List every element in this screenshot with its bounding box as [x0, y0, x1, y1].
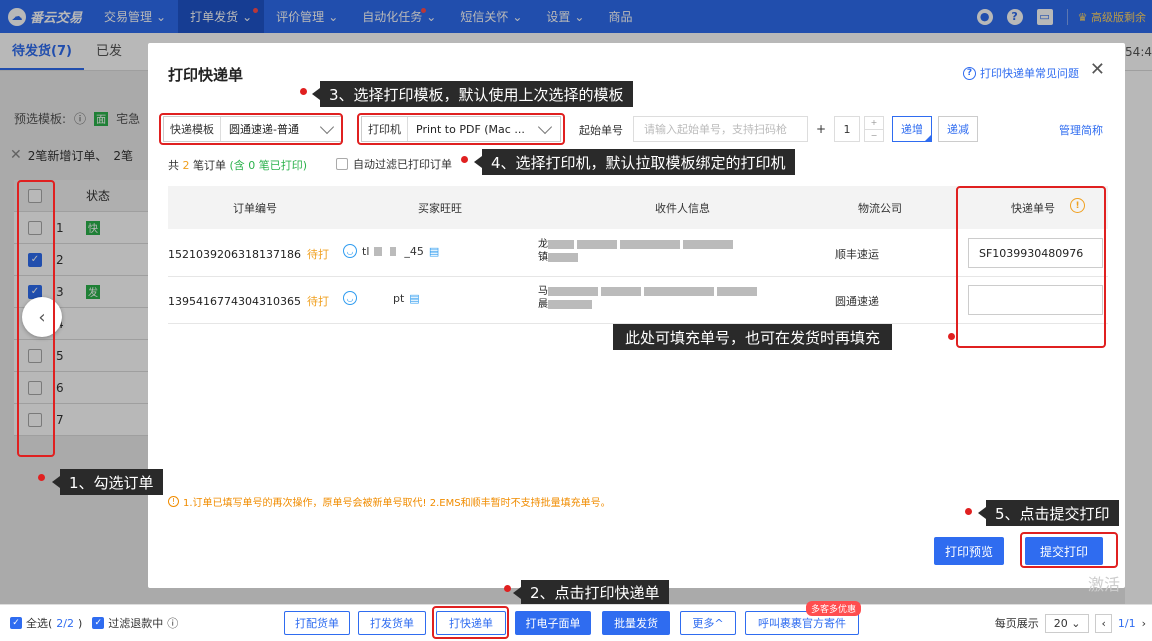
checkbox-checked-icon: ✓: [92, 617, 105, 629]
logistics-company: 顺丰速运: [835, 248, 879, 261]
manage-abbr-link[interactable]: 管理简称: [1059, 122, 1103, 138]
col-order-no: 订单编号: [233, 202, 277, 215]
annotation-box-printer: [357, 113, 565, 145]
order-number: 1395416774304310365 待打: [168, 295, 329, 308]
status-badge: 待打: [306, 248, 329, 261]
order-number: 1521039206318137186 待打: [168, 248, 329, 261]
annotation-dot: [461, 156, 468, 163]
recipient-info: 龙 镇: [538, 238, 828, 264]
checkbox-icon: [336, 158, 348, 170]
annotation-dot: [504, 585, 511, 592]
wangwang-icon[interactable]: ◡: [343, 244, 357, 258]
promo-badge: 多客多优惠: [806, 601, 862, 616]
warning-note: ! 1.订单已填写单号的再次操作，原单号会被新单号取代! 2.EMS和顺丰暂时不…: [168, 494, 611, 509]
annotation-box-template: [159, 113, 343, 145]
close-icon[interactable]: ✕: [1090, 59, 1105, 80]
annotation-step4: 4、选择打印机，默认拉取模板绑定的打印机: [474, 149, 795, 175]
more-button[interactable]: 更多^: [680, 611, 736, 635]
buyer-cell: ◡ tl _45 ▤: [343, 244, 439, 258]
quantity-stepper[interactable]: + −: [864, 116, 884, 142]
annotation-dot: [965, 508, 972, 515]
annotation-dot: [38, 474, 45, 481]
start-number-input[interactable]: 请输入起始单号，支持扫码枪: [633, 116, 808, 142]
next-page-button[interactable]: ›: [1142, 617, 1146, 630]
recipient-info: 马 晨: [538, 285, 828, 311]
status-badge: 待打: [306, 295, 329, 308]
checkbox-checked-icon: ✓: [10, 617, 22, 629]
question-icon: ?: [963, 66, 976, 80]
stepper-down-icon[interactable]: −: [865, 130, 883, 142]
step-quantity-input[interactable]: 1: [834, 116, 860, 142]
pager-text: 1/1: [1117, 616, 1136, 630]
info-icon: ⓘ: [167, 617, 179, 630]
annotation-box-print-express: [432, 606, 509, 639]
annotation-box-checkboxes: [17, 180, 55, 457]
annotation-step5: 5、点击提交打印: [978, 500, 1119, 526]
annotation-step2: 2、点击打印快递单: [513, 580, 669, 604]
print-preview-button[interactable]: 打印预览: [934, 537, 1004, 565]
batch-ship-button[interactable]: 批量发货: [602, 611, 670, 635]
filter-refund-toggle[interactable]: ✓ 过滤退款中 ⓘ: [92, 615, 178, 631]
print-picking-button[interactable]: 打配货单: [284, 611, 350, 635]
watermark-text: 激活: [1088, 575, 1121, 594]
print-eface-button[interactable]: 打电子面单: [515, 611, 591, 635]
copy-icon[interactable]: ▤: [429, 245, 439, 258]
annotation-step1: 1、勾选订单: [52, 469, 163, 495]
copy-icon[interactable]: ▤: [409, 292, 419, 305]
start-number-label: 起始单号: [579, 124, 623, 137]
select-all-toggle[interactable]: ✓ 全选(2/2): [10, 615, 82, 631]
auto-filter-checkbox[interactable]: 自动过滤已打印订单: [336, 156, 452, 172]
increment-button[interactable]: 递增: [892, 116, 932, 142]
col-recipient: 收件人信息: [655, 202, 710, 215]
plus-sign: +: [816, 122, 827, 136]
modal-title: 打印快递单: [168, 66, 244, 84]
help-link[interactable]: ? 打印快递单常见问题: [963, 65, 1079, 81]
stepper-up-icon[interactable]: +: [865, 117, 883, 130]
warning-icon: !: [168, 496, 179, 507]
annotation-box-tracking: [956, 186, 1106, 348]
print-ship-list-button[interactable]: 打发货单: [358, 611, 426, 635]
annotation-step3: 3、选择打印模板，默认使用上次选择的模板: [312, 81, 633, 107]
selected-corner-icon: [925, 135, 931, 141]
buyer-cell: ◡ pt ▤: [343, 291, 420, 305]
annotation-note: 此处可填充单号，也可在发货时再填充: [613, 324, 893, 350]
order-count: 共 2 笔订单 (含 0 笔已打印): [168, 159, 308, 172]
col-logistics: 物流公司: [858, 202, 902, 215]
annotation-dot: [300, 88, 307, 95]
col-buyer: 买家旺旺: [418, 202, 462, 215]
page-size-label: 每页展示: [994, 617, 1039, 630]
wangwang-icon[interactable]: ◡: [343, 291, 357, 305]
decrement-button[interactable]: 递减: [938, 116, 978, 142]
page-size-select[interactable]: 20 ⌄: [1044, 613, 1090, 633]
logistics-company: 圆通速递: [835, 295, 879, 308]
prev-page-button[interactable]: ‹: [1095, 613, 1112, 633]
annotation-dot: [948, 333, 955, 340]
annotation-box-submit: [1020, 532, 1118, 568]
